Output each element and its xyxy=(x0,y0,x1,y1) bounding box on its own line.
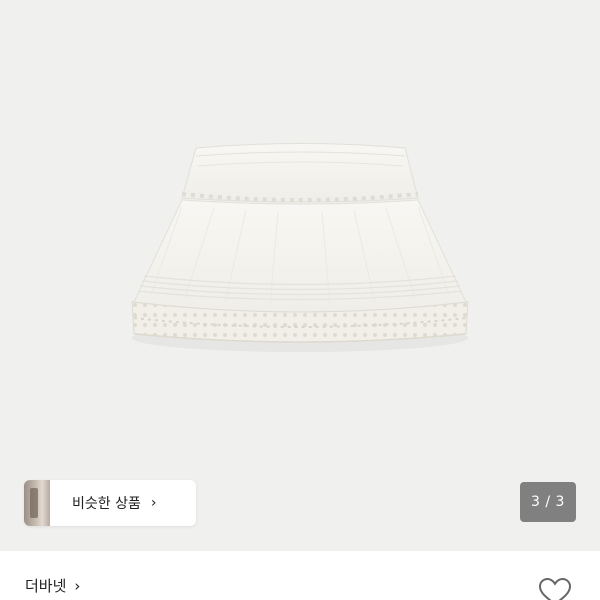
product-info-area xyxy=(0,551,600,600)
product-detail-screen: 비슷한 상품 › 3 / 3 더바넷 › xyxy=(0,0,600,600)
heart-outline-icon xyxy=(538,577,572,600)
store-link[interactable]: 더바넷 › xyxy=(25,575,80,596)
image-page-counter: 3 / 3 xyxy=(520,482,576,522)
product-image-carousel[interactable]: 비슷한 상품 › 3 / 3 xyxy=(0,0,600,551)
store-name: 더바넷 xyxy=(25,577,67,595)
product-image xyxy=(0,0,600,551)
chevron-right-icon: › xyxy=(74,576,81,595)
similar-product-thumbnail xyxy=(24,480,50,526)
similar-products-label: 비슷한 상품 xyxy=(72,496,141,512)
chevron-right-icon: › xyxy=(150,495,157,511)
like-button[interactable] xyxy=(535,576,575,600)
similar-products-button[interactable]: 비슷한 상품 › xyxy=(24,480,196,526)
